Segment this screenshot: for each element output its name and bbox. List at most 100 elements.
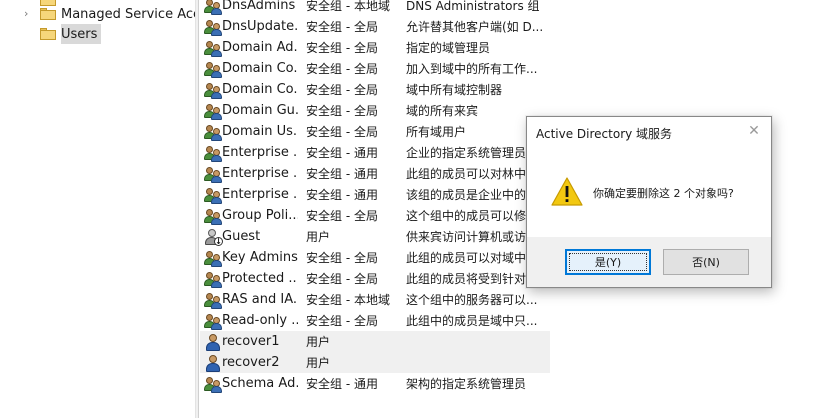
- row-name: RAS and IA...: [222, 292, 298, 307]
- group-icon: [204, 312, 222, 330]
- list-row[interactable]: Domain Co... 安全组 - 全局 域中所有域控制器: [200, 79, 560, 100]
- group-icon: [204, 0, 222, 15]
- row-description: 允许替其他客户端(如 D...: [406, 20, 544, 34]
- row-name: Domain Co...: [222, 82, 298, 97]
- row-type: 安全组 - 全局: [306, 314, 378, 328]
- row-name: DnsUpdate...: [222, 19, 298, 34]
- row-type: 安全组 - 通用: [306, 377, 378, 391]
- close-icon[interactable]: ✕: [747, 124, 761, 138]
- row-name: recover2: [222, 355, 280, 370]
- yes-button[interactable]: 是(Y): [565, 249, 651, 275]
- row-type: 安全组 - 全局: [306, 104, 378, 118]
- group-icon: [204, 291, 222, 309]
- row-name: Domain Co...: [222, 61, 298, 76]
- list-row[interactable]: DnsUpdate... 安全组 - 全局 允许替其他客户端(如 D...: [200, 16, 560, 37]
- row-name: Enterprise ...: [222, 145, 298, 160]
- row-type: 安全组 - 全局: [306, 62, 378, 76]
- list-row[interactable]: DnsAdmins 安全组 - 本地域 DNS Administrators 组: [200, 0, 560, 16]
- user-icon: [204, 333, 222, 351]
- row-type: 安全组 - 全局: [306, 125, 378, 139]
- row-name: DnsAdmins: [222, 0, 296, 13]
- group-icon: [204, 39, 222, 57]
- dialog-title: Active Directory 域服务: [536, 127, 673, 141]
- row-description: 这个组中的成员可以修: [406, 209, 527, 223]
- group-icon: [204, 270, 222, 288]
- row-type: 安全组 - 全局: [306, 209, 378, 223]
- dialog-footer: 是(Y) 否(N): [527, 237, 771, 287]
- tree-item-label: Managed Service Acco: [61, 6, 195, 22]
- row-description: 架构的指定系统管理员: [406, 377, 527, 391]
- tree-item-users[interactable]: Users: [26, 24, 102, 44]
- row-type: 安全组 - 全局: [306, 251, 378, 265]
- dialog-message: 你确定要删除这 2 个对象吗?: [593, 187, 734, 200]
- row-type: 安全组 - 通用: [306, 167, 378, 181]
- group-icon: [204, 18, 222, 36]
- row-type: 安全组 - 通用: [306, 188, 378, 202]
- row-name: Domain Gu...: [222, 103, 298, 118]
- focus-rect: [569, 253, 647, 271]
- row-description: 此组的成员可以对林中: [406, 167, 527, 181]
- no-button[interactable]: 否(N): [663, 249, 749, 275]
- row-type: 安全组 - 通用: [306, 146, 378, 160]
- list-row[interactable]: ↓ Guest 用户 供来宾访问计算机或访: [200, 226, 560, 247]
- group-icon: [204, 186, 222, 204]
- group-icon: [204, 102, 222, 120]
- list-row[interactable]: recover2 用户: [200, 352, 550, 373]
- dialog-body: 你确定要删除这 2 个对象吗?: [527, 147, 771, 237]
- list-row[interactable]: Enterprise ... 安全组 - 通用 该组的成员是企业中的: [200, 184, 560, 205]
- group-icon: [204, 123, 222, 141]
- no-button-label: 否(N): [692, 256, 720, 269]
- row-name: Domain Us...: [222, 124, 298, 139]
- list-row[interactable]: RAS and IA... 安全组 - 本地域 这个组中的服务器可以...: [200, 289, 560, 310]
- list-row[interactable]: Enterprise ... 安全组 - 通用 此组的成员可以对林中: [200, 163, 560, 184]
- group-icon: [204, 207, 222, 225]
- row-description: 供来宾访问计算机或访: [406, 230, 527, 244]
- row-description: DNS Administrators 组: [406, 0, 540, 13]
- row-type: 安全组 - 全局: [306, 272, 378, 286]
- list-row[interactable]: Read-only ... 安全组 - 全局 此组中的成员是域中只...: [200, 310, 560, 331]
- warning-icon: [551, 177, 583, 206]
- group-icon: [204, 375, 222, 393]
- row-description: 所有域用户: [406, 125, 467, 139]
- user-icon: [204, 354, 222, 372]
- list-row[interactable]: Group Poli... 安全组 - 全局 这个组中的成员可以修: [200, 205, 560, 226]
- row-name: Domain Ad...: [222, 40, 298, 55]
- row-type: 安全组 - 全局: [306, 41, 378, 55]
- row-type: 安全组 - 全局: [306, 20, 378, 34]
- row-description: 域中所有域控制器: [406, 83, 503, 97]
- row-name: Schema Ad...: [222, 376, 298, 391]
- list-row[interactable]: Domain Co... 安全组 - 全局 加入到域中的所有工作...: [200, 58, 560, 79]
- list-row[interactable]: Key Admins 安全组 - 全局 此组的成员可以对域中: [200, 247, 560, 268]
- row-name: Guest: [222, 229, 261, 244]
- chevron-right-icon[interactable]: ›: [24, 8, 34, 20]
- group-icon: [204, 81, 222, 99]
- group-icon: [204, 60, 222, 78]
- row-name: Read-only ...: [222, 313, 298, 328]
- tree-item-label: Users: [61, 26, 98, 42]
- folder-icon: [40, 28, 56, 40]
- list-row[interactable]: recover1 用户: [200, 331, 550, 352]
- row-type: 用户: [306, 356, 331, 370]
- disabled-user-icon: ↓: [204, 228, 223, 246]
- group-icon: [204, 165, 222, 183]
- list-row[interactable]: Domain Us... 安全组 - 全局 所有域用户: [200, 121, 560, 142]
- row-description: 指定的域管理员: [406, 41, 491, 55]
- row-description: 这个组中的服务器可以...: [406, 293, 538, 307]
- row-type: 安全组 - 全局: [306, 83, 378, 97]
- list-row[interactable]: Domain Ad... 安全组 - 全局 指定的域管理员: [200, 37, 560, 58]
- tree-item-managed-service-accounts[interactable]: › Managed Service Acco: [24, 4, 195, 24]
- list-row[interactable]: Schema Ad... 安全组 - 通用 架构的指定系统管理员: [200, 373, 560, 394]
- confirm-delete-dialog: Active Directory 域服务 ✕ 你确定要删除这 2 个对象吗? 是…: [526, 116, 772, 288]
- navigation-tree: › Managed Service Acco Users: [0, 0, 195, 418]
- row-description: 加入到域中的所有工作...: [406, 62, 538, 76]
- row-name: Group Poli...: [222, 208, 298, 223]
- row-description: 此组的成员将受到针对: [406, 272, 527, 286]
- row-description: 企业的指定系统管理员: [406, 146, 527, 160]
- list-row[interactable]: Protected ... 安全组 - 全局 此组的成员将受到针对: [200, 268, 560, 289]
- group-icon: [204, 144, 222, 162]
- list-row[interactable]: Enterprise ... 安全组 - 通用 企业的指定系统管理员: [200, 142, 560, 163]
- row-description: 此组中的成员是域中只...: [406, 314, 538, 328]
- row-type: 用户: [306, 230, 331, 244]
- list-row[interactable]: Domain Gu... 安全组 - 全局 域的所有来宾: [200, 100, 560, 121]
- pane-splitter[interactable]: [195, 0, 199, 418]
